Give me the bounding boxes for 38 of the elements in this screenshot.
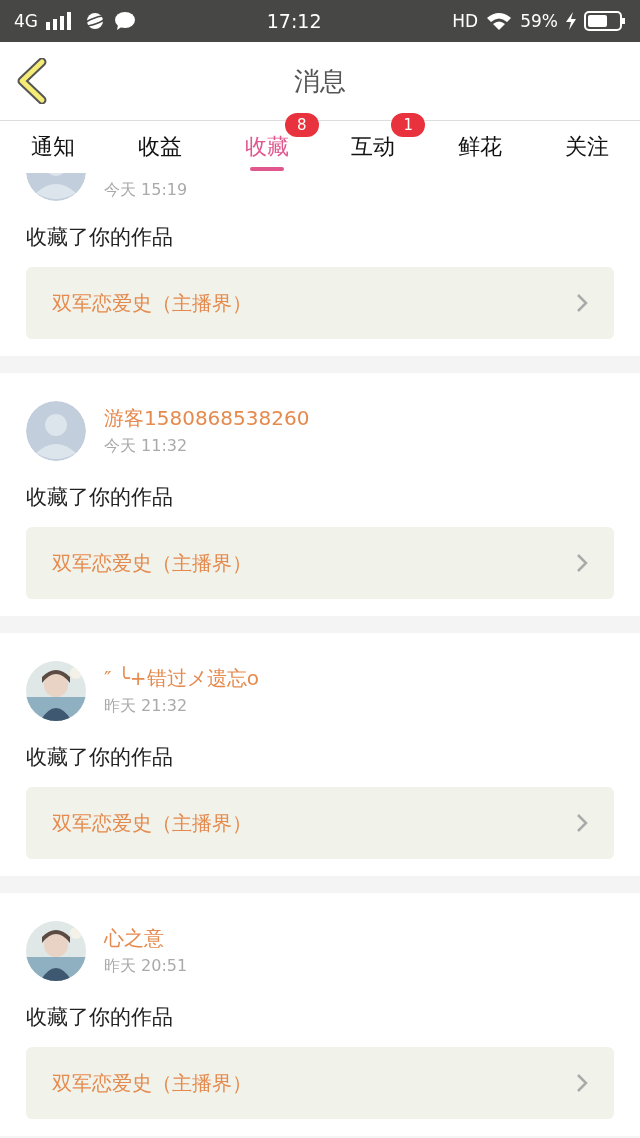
chevron-icon [576, 813, 588, 833]
planet-icon [84, 11, 106, 31]
work-link[interactable]: 双军恋爱史（主播界） [26, 1047, 614, 1119]
hd-label: HD [452, 11, 479, 31]
timestamp: 昨天 20:51 [104, 956, 188, 977]
work-link[interactable]: 双军恋爱史（主播界） [26, 787, 614, 859]
wifi-icon [486, 11, 513, 31]
tab[interactable]: 关注 [533, 121, 640, 173]
battery-percent: 59% [520, 11, 558, 31]
network-type: 4G [14, 11, 38, 31]
tab[interactable]: 通知 [0, 121, 107, 173]
chevron-icon [576, 293, 588, 313]
tab[interactable]: 收益 [106, 121, 214, 173]
battery-icon [584, 11, 626, 31]
chat-icon [114, 11, 136, 31]
action-text: 收藏了你的作品 [26, 744, 174, 771]
work-link[interactable]: 双军恋爱史（主播界） [26, 527, 614, 599]
count-badge: 8 [284, 113, 319, 137]
timestamp: 今天 11:32 [104, 436, 189, 457]
avatar-icon [26, 401, 86, 461]
action-text: 收藏了你的作品 [26, 484, 174, 511]
back-icon[interactable] [16, 58, 48, 104]
timestamp: 今天 15:19 [104, 180, 188, 201]
clock: 17:12 [266, 10, 322, 32]
timestamp: 昨天 21:32 [104, 696, 189, 717]
tab[interactable]: 鲜花 [426, 121, 534, 173]
user-name[interactable]: ″ ╰+错过メ遗忘o [104, 665, 259, 692]
bolt-icon [566, 12, 576, 30]
action-text: 收藏了你的作品 [26, 224, 174, 251]
count-badge: 1 [391, 113, 426, 137]
user-name[interactable]: 游客1580868538260 [104, 405, 310, 432]
tab-underline [249, 167, 284, 171]
chevron-icon [576, 1073, 588, 1093]
chevron-icon [576, 553, 588, 573]
action-text: 收藏了你的作品 [26, 1004, 174, 1031]
work-link[interactable]: 双军恋爱史（主播界） [26, 267, 614, 339]
user-name[interactable]: 心之意 [104, 925, 188, 952]
page-title: 消息 [294, 65, 346, 96]
